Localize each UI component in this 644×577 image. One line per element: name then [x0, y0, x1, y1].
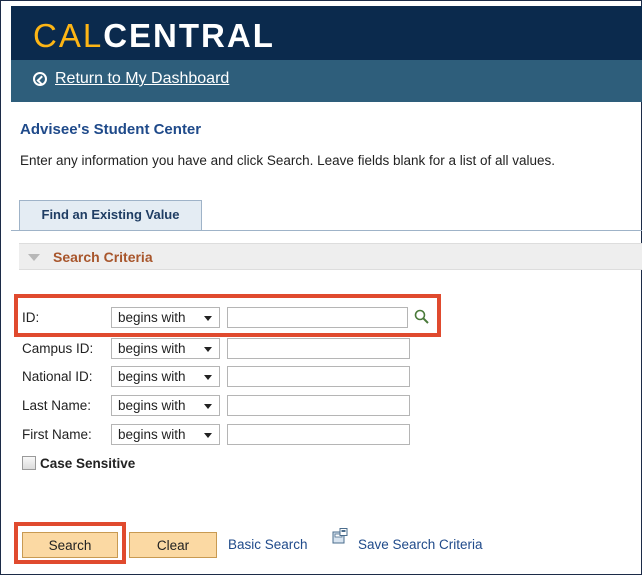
dropdown-arrow-icon	[204, 375, 212, 380]
operator-value: begins with	[118, 398, 186, 413]
field-label: National ID:	[22, 369, 93, 384]
search-row-campus-id: Campus ID: begins with	[22, 338, 422, 360]
search-row-national-id: National ID: begins with	[22, 366, 422, 388]
last-name-input[interactable]	[227, 395, 410, 416]
operator-select[interactable]: begins with	[111, 338, 220, 359]
field-label: Last Name:	[22, 398, 92, 413]
tab-find-existing-value[interactable]: Find an Existing Value	[19, 200, 202, 230]
save-search-criteria-link[interactable]: Save Search Criteria	[358, 537, 483, 552]
dropdown-arrow-icon	[204, 433, 212, 438]
case-sensitive-checkbox[interactable]	[22, 456, 36, 470]
tab-divider	[11, 230, 642, 231]
national-id-input[interactable]	[227, 366, 410, 387]
case-sensitive-label: Case Sensitive	[40, 456, 136, 471]
operator-value: begins with	[118, 427, 186, 442]
field-label: Campus ID:	[22, 341, 94, 356]
search-criteria-header[interactable]: Search Criteria	[19, 243, 642, 270]
dropdown-arrow-icon	[204, 404, 212, 409]
basic-search-link[interactable]: Basic Search	[228, 537, 308, 552]
operator-select[interactable]: begins with	[111, 395, 220, 416]
collapse-triangle-icon[interactable]	[28, 254, 40, 261]
instructions-text: Enter any information you have and click…	[20, 153, 556, 168]
page-title: Advisee's Student Center	[20, 121, 202, 138]
operator-value: begins with	[118, 369, 186, 384]
field-label: First Name:	[22, 427, 92, 442]
search-row-last-name: Last Name: begins with	[22, 395, 422, 417]
campus-id-input[interactable]	[227, 338, 410, 359]
return-bar: Return to My Dashboard	[11, 60, 642, 102]
dropdown-arrow-icon	[204, 347, 212, 352]
operator-select[interactable]: begins with	[111, 366, 220, 387]
id-row-highlight	[14, 294, 441, 337]
clear-button[interactable]: Clear	[129, 532, 217, 558]
search-row-first-name: First Name: begins with	[22, 424, 422, 446]
first-name-input[interactable]	[227, 424, 410, 445]
brand-logo: CALCENTRAL	[33, 16, 275, 56]
brand-logo-central: CENTRAL	[103, 17, 275, 54]
brand-header: CALCENTRAL	[11, 6, 642, 60]
return-dashboard-link[interactable]: Return to My Dashboard	[55, 70, 229, 88]
operator-select[interactable]: begins with	[111, 424, 220, 445]
search-button[interactable]: Search	[22, 532, 118, 558]
section-title: Search Criteria	[53, 249, 153, 265]
back-arrow-icon[interactable]	[33, 72, 47, 86]
brand-logo-cal: CAL	[33, 17, 104, 54]
operator-value: begins with	[118, 341, 186, 356]
save-search-icon[interactable]	[332, 528, 348, 544]
